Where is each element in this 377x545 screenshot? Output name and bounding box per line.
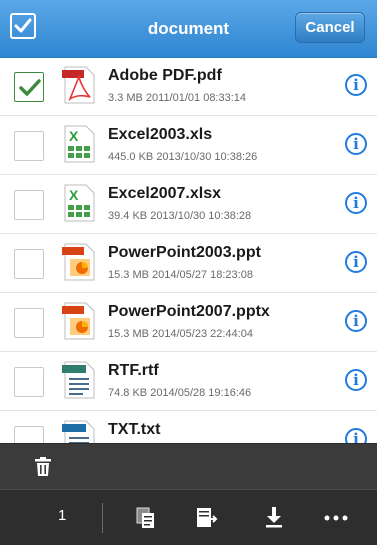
file-name: Excel2003.xls — [108, 126, 213, 143]
info-icon[interactable]: i — [345, 192, 367, 214]
row-checkbox[interactable] — [14, 131, 44, 161]
file-row[interactable]: X Excel2003.xls 445.0 KB 2013/10/30 10:3… — [0, 116, 377, 175]
trash-icon[interactable] — [34, 457, 52, 477]
row-checkbox[interactable] — [14, 249, 44, 279]
file-row[interactable]: TXT.txt i — [0, 411, 377, 443]
file-row[interactable]: PowerPoint2003.ppt 15.3 MB 2014/05/27 18… — [0, 234, 377, 293]
file-row[interactable]: Adobe PDF.pdf 3.3 MB 2011/01/01 08:33:14… — [0, 57, 377, 116]
file-name: PowerPoint2003.ppt — [108, 244, 261, 261]
file-meta: 74.8 KB 2014/05/28 19:16:46 — [108, 387, 252, 399]
file-row[interactable]: PowerPoint2007.pptx 15.3 MB 2014/05/23 2… — [0, 293, 377, 352]
selected-count: 1 — [58, 507, 67, 524]
row-checkbox[interactable] — [14, 426, 44, 443]
file-meta: 15.3 MB 2014/05/23 22:44:04 — [108, 328, 253, 340]
pdf-icon — [62, 66, 95, 104]
download-icon[interactable] — [264, 506, 284, 528]
file-name: Excel2007.xlsx — [108, 185, 221, 202]
row-checkbox[interactable] — [14, 72, 44, 102]
file-meta: 15.3 MB 2014/05/27 18:23:08 — [108, 269, 253, 281]
cancel-button[interactable]: Cancel — [295, 12, 365, 43]
bottom-toolbar: 1 — [0, 489, 377, 545]
move-icon[interactable] — [196, 507, 218, 529]
powerpoint-icon — [62, 302, 95, 340]
excel-icon: X — [64, 125, 95, 163]
info-icon[interactable]: i — [345, 369, 367, 391]
row-checkbox[interactable] — [14, 367, 44, 397]
row-checkbox[interactable] — [14, 190, 44, 220]
row-checkbox[interactable] — [14, 308, 44, 338]
info-icon[interactable]: i — [345, 74, 367, 96]
file-row[interactable]: RTF.rtf 74.8 KB 2014/05/28 19:16:46 i — [0, 352, 377, 411]
file-name: Adobe PDF.pdf — [108, 67, 222, 84]
file-name: TXT.txt — [108, 421, 161, 438]
txt-icon — [62, 420, 95, 443]
info-icon[interactable]: i — [345, 428, 367, 443]
copy-icon[interactable] — [136, 507, 156, 529]
navigation-bar: document Cancel — [0, 0, 377, 58]
info-icon[interactable]: i — [345, 251, 367, 273]
info-icon[interactable]: i — [345, 310, 367, 332]
checkmark-icon — [19, 79, 41, 96]
powerpoint-icon — [62, 243, 95, 281]
rtf-icon — [62, 361, 95, 399]
file-name: PowerPoint2007.pptx — [108, 303, 270, 320]
more-icon[interactable] — [324, 515, 348, 521]
file-meta: 3.3 MB 2011/01/01 08:33:14 — [108, 92, 247, 104]
excel-icon: X — [64, 184, 95, 222]
file-name: RTF.rtf — [108, 362, 159, 379]
svg-text:X: X — [69, 187, 79, 203]
file-meta: 445.0 KB 2013/10/30 10:38:26 — [108, 151, 258, 163]
action-toolbar — [0, 443, 377, 490]
file-meta: 39.4 KB 2013/10/30 10:38:28 — [108, 210, 252, 222]
svg-text:X: X — [69, 128, 79, 144]
toolbar-divider — [102, 503, 103, 533]
file-list: Adobe PDF.pdf 3.3 MB 2011/01/01 08:33:14… — [0, 57, 377, 443]
info-icon[interactable]: i — [345, 133, 367, 155]
file-row[interactable]: X Excel2007.xlsx 39.4 KB 2013/10/30 10:3… — [0, 175, 377, 234]
